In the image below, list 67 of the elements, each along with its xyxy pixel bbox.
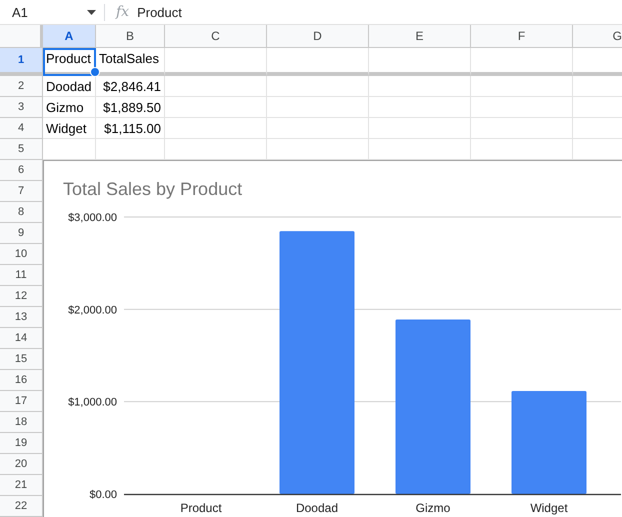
- row-header[interactable]: 12: [0, 286, 43, 307]
- column-header[interactable]: F: [471, 25, 573, 48]
- formula-field[interactable]: Product: [137, 4, 182, 20]
- row-header[interactable]: 3: [0, 97, 43, 118]
- formula-label: fx: [116, 4, 130, 20]
- table-cell[interactable]: [369, 76, 471, 97]
- row-header[interactable]: 9: [0, 223, 43, 244]
- table-cell[interactable]: [267, 97, 369, 118]
- column-header[interactable]: D: [267, 25, 369, 48]
- row-header[interactable]: 15: [0, 349, 43, 370]
- row-header[interactable]: 2: [0, 76, 43, 97]
- table-cell[interactable]: [471, 76, 573, 97]
- row-header[interactable]: 10: [0, 244, 43, 265]
- table-cell[interactable]: [369, 118, 471, 139]
- table-cell[interactable]: [267, 48, 369, 76]
- row-header[interactable]: 6: [0, 160, 43, 181]
- dropdown-caret-icon[interactable]: [87, 10, 96, 14]
- table-cell[interactable]: Widget: [43, 118, 96, 139]
- row-header[interactable]: 7: [0, 181, 43, 202]
- table-cell[interactable]: [165, 97, 267, 118]
- bar-chart[interactable]: Total Sales by Product $0.00 $1,000.00 $2,000.00 $3,000.00 Product Doodad Gizmo Widget: [43, 160, 622, 517]
- table-cell[interactable]: [471, 48, 573, 76]
- column-header[interactable]: E: [369, 25, 471, 48]
- table-cell[interactable]: [165, 48, 267, 76]
- name-box[interactable]: A1: [12, 4, 87, 20]
- axis-label: $0.00: [89, 489, 117, 501]
- table-cell[interactable]: TotalSales: [96, 48, 165, 76]
- table-cell[interactable]: [471, 118, 573, 139]
- table-cell[interactable]: [369, 97, 471, 118]
- row-header[interactable]: 8: [0, 202, 43, 223]
- row-header[interactable]: 20: [0, 454, 43, 475]
- axis-label: Doodad: [296, 501, 338, 515]
- table-cell[interactable]: [267, 76, 369, 97]
- axis-label: $1,000.00: [68, 396, 117, 409]
- row-header[interactable]: 22: [0, 496, 43, 517]
- row-header[interactable]: 14: [0, 328, 43, 349]
- table-cell[interactable]: [369, 48, 471, 76]
- row-header[interactable]: 11: [0, 265, 43, 286]
- table-cell[interactable]: $1,115.00: [96, 118, 165, 139]
- row-header[interactable]: 17: [0, 391, 43, 412]
- table-cell[interactable]: [165, 118, 267, 139]
- axis-label: $3,000.00: [68, 212, 117, 224]
- axis-label: Product: [180, 501, 222, 515]
- row-header[interactable]: 13: [0, 307, 43, 328]
- axis-label: $2,000.00: [68, 304, 117, 316]
- column-header[interactable]: B: [96, 25, 165, 48]
- table-cell[interactable]: $2,846.41: [96, 76, 165, 97]
- select-all-corner[interactable]: [0, 25, 43, 48]
- column-header[interactable]: G: [573, 25, 622, 48]
- row-header[interactable]: 1: [0, 48, 43, 76]
- axis-label: Gizmo: [416, 501, 450, 515]
- table-cell[interactable]: $1,889.50: [96, 97, 165, 118]
- row-header[interactable]: 16: [0, 370, 43, 391]
- axis-label: Widget: [530, 501, 568, 515]
- column-header[interactable]: A: [43, 25, 96, 48]
- row-header[interactable]: 4: [0, 118, 43, 139]
- chart-title: Total Sales by Product: [63, 179, 242, 199]
- table-cell[interactable]: [267, 118, 369, 139]
- row-header[interactable]: 5: [0, 139, 43, 160]
- table-cell[interactable]: [165, 76, 267, 97]
- row-header[interactable]: 19: [0, 433, 43, 454]
- table-cell[interactable]: [471, 97, 573, 118]
- table-cell[interactable]: Gizmo: [43, 97, 96, 118]
- table-cell[interactable]: Doodad: [43, 76, 96, 97]
- column-header[interactable]: C: [165, 25, 267, 48]
- row-header[interactable]: 21: [0, 475, 43, 496]
- row-header[interactable]: 18: [0, 412, 43, 433]
